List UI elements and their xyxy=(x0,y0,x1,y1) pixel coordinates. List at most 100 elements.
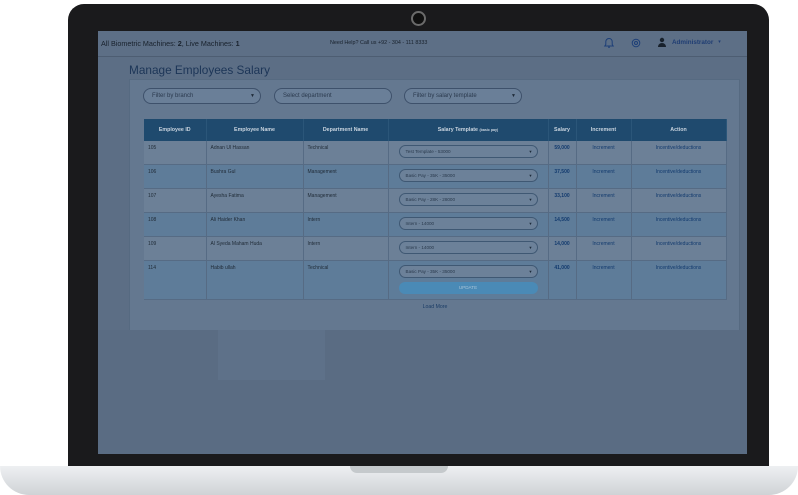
template-select-value: Basic Pay - 35K - 35000 xyxy=(405,173,456,178)
col-employee-id: Employee ID xyxy=(144,119,207,141)
incentive-deductions-link[interactable]: Incentive/deductions xyxy=(631,188,727,213)
template-filter-label: Filter by salary template xyxy=(413,93,477,99)
cell-department: Management xyxy=(303,164,389,189)
table-row: 107 Ayesha Fatima Management Basic Pay -… xyxy=(144,188,727,213)
col-salary: Salary xyxy=(548,119,577,141)
table-row: 106 Bushra Gul Management Basic Pay - 35… xyxy=(144,164,727,189)
increment-link[interactable]: Increment xyxy=(576,260,632,300)
load-more-button[interactable]: Load More xyxy=(144,300,726,314)
incentive-deductions-link[interactable]: Incentive/deductions xyxy=(631,236,727,261)
cell-employee-name: Ayesha Fatima xyxy=(206,188,304,213)
gear-icon[interactable] xyxy=(630,37,642,49)
salary-panel: Filter by branch ▼ Select department Fil… xyxy=(129,79,740,332)
live-machines-count: 1 xyxy=(235,39,240,48)
salary-table: Employee ID Employee Name Department Nam… xyxy=(144,119,727,300)
template-select[interactable]: Basic Pay - 28K - 28000 ▼ xyxy=(398,193,538,206)
increment-link[interactable]: Increment xyxy=(576,164,632,189)
template-select-value: Basic Pay - 35K - 35000 xyxy=(405,269,456,274)
cell-employee-id: 114 xyxy=(144,260,207,300)
increment-link[interactable]: Increment xyxy=(576,141,632,165)
table-row: 109 Al Syeda Maham Huda Intern Intern - … xyxy=(144,236,727,261)
template-select[interactable]: Intern - 14000 ▼ xyxy=(398,241,538,254)
cell-template: Basic Pay - 35K - 35000 ▼ UPDATE xyxy=(388,260,549,300)
cell-salary: 37,500 xyxy=(548,164,577,189)
bell-icon[interactable] xyxy=(603,37,615,49)
cell-employee-id: 105 xyxy=(144,141,207,165)
cell-employee-id: 109 xyxy=(144,236,207,261)
cell-template: Basic Pay - 35K - 35000 ▼ xyxy=(388,164,549,189)
increment-link[interactable]: Increment xyxy=(576,188,632,213)
table-row: 105 Adnan Ul Hassan Technical Test Templ… xyxy=(144,141,727,165)
cell-template: Intern - 14000 ▼ xyxy=(388,236,549,261)
cell-department: Intern xyxy=(303,212,389,237)
cell-department: Technical xyxy=(303,141,389,165)
update-button[interactable]: UPDATE xyxy=(398,282,538,294)
chevron-down-icon: ▼ xyxy=(528,173,533,178)
col-department-name: Department Name xyxy=(303,119,389,141)
template-filter[interactable]: Filter by salary template ▼ xyxy=(404,88,522,104)
admin-menu[interactable]: Administrator ▾ xyxy=(657,37,721,47)
chevron-down-icon: ▼ xyxy=(528,149,533,154)
incentive-deductions-link[interactable]: Incentive/deductions xyxy=(631,141,727,165)
template-select-value: Basic Pay - 28K - 28000 xyxy=(405,197,456,202)
increment-link[interactable]: Increment xyxy=(576,212,632,237)
col-action: Action xyxy=(631,119,727,141)
table-row: 114 Habib ullah Technical Basic Pay - 35… xyxy=(144,260,727,300)
cell-department: Intern xyxy=(303,236,389,261)
col-salary-template-label: Salary Template xyxy=(437,127,478,133)
top-bar: All Biometric Machines: 2, Live Machines… xyxy=(98,31,747,57)
col-employee-name: Employee Name xyxy=(206,119,304,141)
cell-salary: 14,000 xyxy=(548,236,577,261)
cell-employee-name: Bushra Gul xyxy=(206,164,304,189)
screen-lower-area xyxy=(98,330,747,454)
incentive-deductions-link[interactable]: Incentive/deductions xyxy=(631,212,727,237)
laptop-base-notch xyxy=(350,466,448,473)
help-line: Need Help? Call us +92 - 304 - 111 8333 xyxy=(330,40,428,46)
admin-label: Administrator xyxy=(672,38,714,46)
chevron-down-icon: ▼ xyxy=(528,221,533,226)
cell-employee-id: 107 xyxy=(144,188,207,213)
salary-table-wrap: Employee ID Employee Name Department Nam… xyxy=(144,119,727,315)
chevron-down-icon: ▾ xyxy=(718,39,721,45)
live-machines-label: , Live Machines: xyxy=(181,39,236,48)
department-input-label: Select department xyxy=(283,93,332,99)
incentive-deductions-link[interactable]: Incentive/deductions xyxy=(631,164,727,189)
cell-salary: 33,100 xyxy=(548,188,577,213)
cell-salary: 41,000 xyxy=(548,260,577,300)
branch-filter-label: Filter by branch xyxy=(152,93,194,99)
template-select[interactable]: Basic Pay - 35K - 35000 ▼ xyxy=(398,169,538,182)
col-salary-template-note: (basic pay) xyxy=(479,128,499,132)
table-row: 108 Ali Haider Khan Intern Intern - 1400… xyxy=(144,212,727,237)
cell-salary: 14,500 xyxy=(548,212,577,237)
background-block xyxy=(218,330,325,380)
template-select-value: Test Template - 53000 xyxy=(405,149,451,154)
col-increment: Increment xyxy=(576,119,632,141)
cell-employee-name: Al Syeda Maham Huda xyxy=(206,236,304,261)
table-header-row: Employee ID Employee Name Department Nam… xyxy=(144,119,727,141)
cell-employee-id: 106 xyxy=(144,164,207,189)
app-screen: All Biometric Machines: 2, Live Machines… xyxy=(98,31,747,454)
template-select[interactable]: Test Template - 53000 ▼ xyxy=(398,145,538,158)
chevron-down-icon: ▼ xyxy=(528,197,533,202)
page-title: Manage Employees Salary xyxy=(129,63,270,77)
increment-link[interactable]: Increment xyxy=(576,236,632,261)
cell-template: Test Template - 53000 ▼ xyxy=(388,141,549,165)
chevron-down-icon: ▼ xyxy=(528,245,533,250)
cell-department: Management xyxy=(303,188,389,213)
template-select-value: Intern - 14000 xyxy=(405,221,435,226)
cell-employee-name: Habib ullah xyxy=(206,260,304,300)
col-salary-template: Salary Template (basic pay) xyxy=(388,119,549,141)
template-select[interactable]: Basic Pay - 35K - 35000 ▼ xyxy=(398,265,538,278)
branch-filter[interactable]: Filter by branch ▼ xyxy=(143,88,261,104)
chevron-down-icon: ▼ xyxy=(250,93,255,99)
template-select[interactable]: Intern - 14000 ▼ xyxy=(398,217,538,230)
user-icon xyxy=(658,37,666,47)
cell-employee-name: Adnan Ul Hassan xyxy=(206,141,304,165)
template-select-value: Intern - 14000 xyxy=(405,245,435,250)
chevron-down-icon: ▼ xyxy=(511,93,516,99)
incentive-deductions-link[interactable]: Incentive/deductions xyxy=(631,260,727,300)
department-input[interactable]: Select department xyxy=(274,88,392,104)
chevron-down-icon: ▼ xyxy=(528,269,533,274)
cell-employee-name: Ali Haider Khan xyxy=(206,212,304,237)
cell-salary: 59,000 xyxy=(548,141,577,165)
